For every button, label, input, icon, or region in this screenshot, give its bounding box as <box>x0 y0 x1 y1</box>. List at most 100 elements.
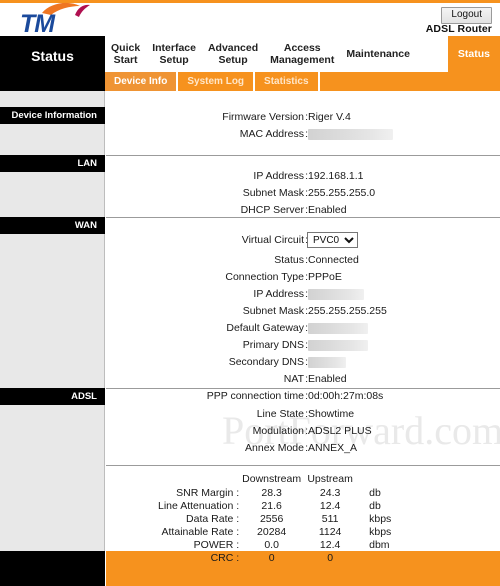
stat-label-line-attenuation: Line Attenuation : <box>158 500 240 512</box>
stat-label-data-rate: Data Rate : <box>186 513 240 525</box>
field-line-state: Line State : Showtime <box>106 407 500 422</box>
field-connection-type: Connection Type : PPPoE <box>106 270 500 285</box>
sidebar-section-wan: WAN <box>0 217 105 234</box>
stat-unit-line-attenuation: db <box>369 500 381 512</box>
secondary-dns-label: Secondary DNS <box>228 356 304 368</box>
modulation-value: ADSL2 PLUS <box>308 425 372 437</box>
connection-type-label: Connection Type <box>225 271 304 283</box>
field-modulation: Modulation : ADSL2 PLUS <box>106 424 500 439</box>
stat-upstream-data-rate: 511 <box>321 513 339 525</box>
dhcp-server-value: Enabled <box>308 204 347 216</box>
field-virtual-circuit: Virtual Circuit : PVC0 <box>106 232 500 248</box>
sidebar-section-device-information: Device Information <box>0 107 105 124</box>
sidebar-section-lan: LAN <box>0 155 105 172</box>
secondary-nav: Device Info System Log Statistics <box>105 72 500 91</box>
column-header-unit <box>359 473 399 487</box>
column-header-downstream: Downstream <box>242 473 302 485</box>
subnav-item-system-log[interactable]: System Log <box>178 72 256 91</box>
stat-downstream-power: 0.0 <box>264 539 279 551</box>
annex-mode-label: Annex Mode <box>245 442 304 454</box>
nav-item-advanced-setup[interactable]: Advanced Setup <box>202 42 264 66</box>
tm-logo: TM <box>12 2 108 36</box>
subnav-item-statistics[interactable]: Statistics <box>255 72 320 91</box>
default-gateway-value-redacted <box>308 323 368 334</box>
secondary-dns-value-redacted <box>308 357 346 368</box>
stat-downstream-snr-margin: 28.3 <box>261 487 282 499</box>
page-body: Device Information LAN WAN ADSL PortForw… <box>0 91 500 564</box>
subnav-filler <box>320 72 500 91</box>
status-content: PortForward.com Firmware Version : Riger… <box>106 91 500 564</box>
stat-downstream-data-rate: 2556 <box>259 513 284 525</box>
lan-subnet-mask-value: 255.255.255.0 <box>308 187 376 199</box>
field-secondary-dns: Secondary DNS : <box>106 355 500 370</box>
sidebar-top-cap <box>0 72 105 91</box>
stat-unit-crc <box>359 552 399 565</box>
table-row: POWER : 0.0 12.4 dbm <box>158 539 399 552</box>
annex-mode-value: ANNEX_A <box>308 442 358 454</box>
nav-item-interface-setup[interactable]: Interface Setup <box>146 42 202 66</box>
stat-downstream-line-attenuation: 21.6 <box>261 500 282 512</box>
divider-adsl <box>106 388 500 389</box>
field-primary-dns: Primary DNS : <box>106 338 500 353</box>
firmware-version-label: Firmware Version <box>222 111 304 123</box>
primary-dns-value-redacted <box>308 340 368 351</box>
field-lan-subnet-mask: Subnet Mask : 255.255.255.0 <box>106 186 500 201</box>
ppp-connection-time-label: PPP connection time <box>206 390 304 402</box>
adsl-stats-header-row: Downstream Upstream <box>158 473 399 487</box>
adsl-stats-head: Downstream Upstream <box>158 473 399 487</box>
subnav-item-device-info[interactable]: Device Info <box>105 72 179 91</box>
logout-button[interactable]: Logout <box>441 7 492 24</box>
primary-dns-label: Primary DNS <box>242 339 304 351</box>
wan-subnet-mask-value: 255.255.255.255 <box>308 305 387 317</box>
lan-ip-address-value: 192.168.1.1 <box>308 170 364 182</box>
navigation-bar: Status Quick Start Interface Setup Advan… <box>0 36 500 91</box>
ppp-connection-time-value: 0d:00h:27m:08s <box>308 390 384 402</box>
table-row: Line Attenuation : 21.6 12.4 db <box>158 500 399 513</box>
field-wan-subnet-mask: Subnet Mask : 255.255.255.255 <box>106 304 500 319</box>
virtual-circuit-label: Virtual Circuit <box>241 234 304 246</box>
stat-label-snr-margin: SNR Margin : <box>176 487 240 499</box>
line-state-value: Showtime <box>308 408 355 420</box>
stat-upstream-attainable-rate: 1124 <box>318 526 342 538</box>
page-header: TM Logout ADSL Router <box>0 2 500 36</box>
divider-wan <box>106 217 500 218</box>
wan-ip-address-value-redacted <box>308 289 364 300</box>
svg-text:TM: TM <box>20 10 56 36</box>
stat-upstream-crc: 0 <box>327 552 334 564</box>
stat-unit-attainable-rate: kbps <box>369 526 392 538</box>
modulation-label: Modulation <box>252 425 304 437</box>
stat-upstream-line-attenuation: 12.4 <box>319 500 341 512</box>
field-mac-address: MAC Address : <box>106 127 500 142</box>
virtual-circuit-select[interactable]: PVC0 <box>307 232 358 248</box>
stat-label-attainable-rate: Attainable Rate : <box>161 526 240 538</box>
table-row: Data Rate : 2556 511 kbps <box>158 513 399 526</box>
router-model-label: ADSL Router <box>425 23 492 35</box>
nat-value: Enabled <box>308 373 347 385</box>
footer-left-block <box>0 551 105 586</box>
stat-label-crc: CRC : <box>210 552 240 564</box>
adsl-statistics-table: Downstream Upstream SNR Margin : 28.3 24… <box>106 473 500 565</box>
nav-item-quick-start[interactable]: Quick Start <box>105 42 146 66</box>
nav-item-status[interactable]: Status <box>447 36 500 72</box>
nav-item-access-management[interactable]: Access Management <box>264 42 340 66</box>
line-state-label: Line State <box>256 408 304 420</box>
lan-subnet-mask-label: Subnet Mask <box>242 187 304 199</box>
field-wan-status: Status : Connected <box>106 253 500 268</box>
field-wan-ip-address: IP Address : <box>106 287 500 302</box>
nat-label: NAT <box>283 373 304 385</box>
stat-unit-power: dbm <box>369 539 390 551</box>
table-row: CRC : 0 0 <box>158 552 399 565</box>
field-dhcp-server: DHCP Server : Enabled <box>106 203 500 218</box>
stat-upstream-snr-margin: 24.3 <box>319 487 341 499</box>
column-header-upstream: Upstream <box>307 473 353 485</box>
wan-ip-address-label: IP Address <box>253 288 304 300</box>
field-firmware-version: Firmware Version : Riger V.4 <box>106 110 500 125</box>
field-nat: NAT : Enabled <box>106 372 500 387</box>
stat-downstream-crc: 0 <box>268 552 275 564</box>
divider-adsl-stats <box>106 465 500 466</box>
mac-address-label: MAC Address <box>239 128 304 140</box>
default-gateway-label: Default Gateway <box>226 322 304 334</box>
nav-item-maintenance[interactable]: Maintenance <box>340 48 416 60</box>
stat-unit-data-rate: kbps <box>369 513 392 525</box>
stat-unit-snr-margin: db <box>369 487 381 499</box>
